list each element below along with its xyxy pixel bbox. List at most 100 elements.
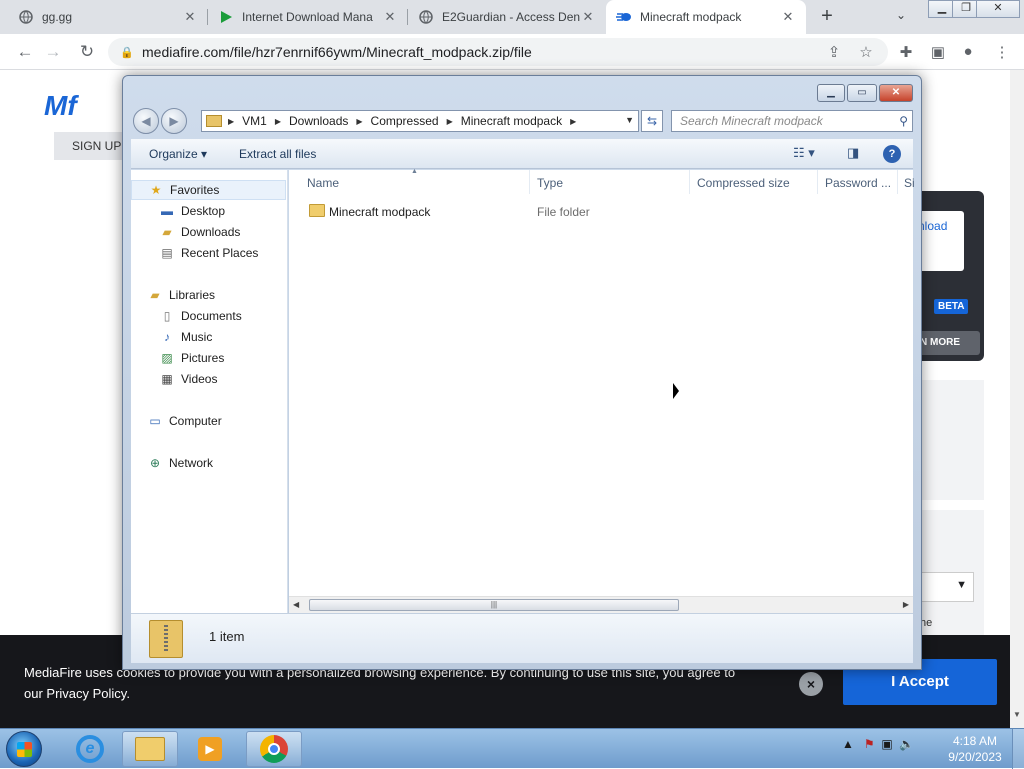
- file-list: Name ▲ Type Compressed size Password ...…: [289, 168, 915, 613]
- internet-explorer-icon[interactable]: e: [62, 731, 118, 767]
- tab-e2guardian[interactable]: E2Guardian - Access Den ✕: [408, 0, 606, 34]
- windows-explorer-icon[interactable]: [122, 731, 178, 767]
- search-icon[interactable]: ⚲: [899, 111, 908, 131]
- side-panel-icon[interactable]: ▣: [928, 43, 948, 61]
- tab-idm[interactable]: Internet Download Mana ✕: [208, 0, 408, 34]
- back-icon[interactable]: ◀: [133, 108, 159, 134]
- view-options-icon[interactable]: ☷ ▾: [793, 145, 815, 161]
- extensions-icon[interactable]: ✚: [896, 43, 916, 61]
- extract-all-button[interactable]: Extract all files: [239, 147, 316, 161]
- breadcrumb-item[interactable]: Compressed: [371, 114, 439, 128]
- page-scrollbar[interactable]: ▼: [1010, 70, 1024, 728]
- menu-icon[interactable]: ⋮: [992, 43, 1012, 61]
- network-icon[interactable]: ▣: [881, 737, 892, 751]
- help-icon[interactable]: ?: [883, 145, 901, 163]
- scroll-left-icon[interactable]: ◀: [293, 600, 299, 609]
- nav-favorites[interactable]: ★ Favorites: [131, 180, 286, 200]
- close-icon[interactable]: ×: [799, 672, 823, 696]
- breadcrumb-item[interactable]: VM1: [242, 114, 267, 128]
- close-icon[interactable]: ✕: [182, 9, 198, 25]
- folder-icon: [206, 115, 222, 127]
- forward-icon[interactable]: ▶: [161, 108, 187, 134]
- nav-computer[interactable]: ▭ Computer: [131, 411, 222, 431]
- chevron-down-icon[interactable]: ▼: [625, 115, 634, 125]
- show-hidden-icons-icon[interactable]: ▲: [842, 737, 854, 751]
- item-count: 1 item: [209, 629, 245, 644]
- close-icon[interactable]: ✕: [780, 9, 796, 25]
- show-desktop-button[interactable]: [1012, 729, 1024, 769]
- nav-label: Computer: [169, 414, 222, 428]
- maximize-icon[interactable]: ▭: [847, 84, 877, 102]
- nav-music[interactable]: ♪ Music: [131, 327, 212, 347]
- chevron-right-icon[interactable]: ▶: [228, 117, 234, 126]
- column-header-type[interactable]: Type: [537, 176, 563, 190]
- scroll-down-icon[interactable]: ▼: [1013, 710, 1021, 719]
- new-tab-button[interactable]: +: [816, 6, 838, 28]
- profile-icon[interactable]: ●: [958, 43, 978, 61]
- forward-arrow-icon[interactable]: →: [42, 41, 64, 63]
- libraries-icon: ▰: [150, 288, 160, 302]
- horizontal-scrollbar[interactable]: ◀ ||| ▶: [289, 596, 913, 613]
- nav-documents[interactable]: ▯ Documents: [131, 306, 242, 326]
- table-row[interactable]: Minecraft modpack File folder: [297, 202, 737, 222]
- clock[interactable]: 4:18 AM 9/20/2023: [940, 733, 1010, 765]
- flag-icon[interactable]: ⚑: [864, 737, 875, 751]
- close-window-icon[interactable]: ✕: [976, 0, 1020, 18]
- media-player-icon[interactable]: ▶: [182, 731, 238, 767]
- chevron-right-icon[interactable]: ▶: [447, 117, 453, 126]
- lock-icon: 🔒: [120, 46, 134, 59]
- mediafire-logo[interactable]: Mf: [44, 90, 77, 122]
- column-header-name[interactable]: Name: [307, 176, 339, 190]
- share-icon[interactable]: ⇪: [824, 43, 844, 61]
- dropdown-select[interactable]: ▼: [920, 572, 974, 602]
- address-bar[interactable]: 🔒 mediafire.com/file/hzr7enrnif66ywm/Min…: [108, 38, 888, 66]
- minimize-icon[interactable]: ▁: [817, 84, 845, 102]
- chevron-right-icon[interactable]: ▶: [275, 117, 281, 126]
- start-button[interactable]: [6, 731, 42, 767]
- close-icon[interactable]: ✕: [382, 9, 398, 25]
- column-header-size[interactable]: Si: [904, 176, 915, 190]
- close-icon[interactable]: ✕: [580, 9, 596, 25]
- nav-network[interactable]: ⊕ Network: [131, 453, 213, 473]
- column-divider[interactable]: [689, 170, 690, 194]
- close-window-icon[interactable]: ✕: [879, 84, 913, 102]
- search-input[interactable]: Search Minecraft modpack ⚲: [671, 110, 913, 132]
- nav-downloads[interactable]: ▰ Downloads: [131, 222, 240, 242]
- caret-down-icon: ▼: [956, 579, 967, 591]
- column-divider[interactable]: [817, 170, 818, 194]
- nav-pictures[interactable]: ▨ Pictures: [131, 348, 224, 368]
- side-card: [920, 380, 984, 500]
- preview-pane-icon[interactable]: ◨: [847, 145, 859, 161]
- nav-desktop[interactable]: ▬ Desktop: [131, 201, 225, 221]
- windows-logo-icon: [17, 742, 32, 757]
- refresh-icon[interactable]: ⇆: [641, 110, 663, 132]
- chevron-right-icon[interactable]: ▶: [356, 117, 362, 126]
- column-divider[interactable]: [529, 170, 530, 194]
- column-divider[interactable]: [897, 170, 898, 194]
- breadcrumb[interactable]: ▶ VM1 ▶ Downloads ▶ Compressed ▶ Minecra…: [201, 110, 639, 132]
- bookmark-star-icon[interactable]: ☆: [856, 43, 876, 61]
- details-pane: 1 item: [131, 613, 913, 663]
- reload-icon[interactable]: ↻: [76, 41, 98, 63]
- nav-recent-places[interactable]: ▤ Recent Places: [131, 243, 258, 263]
- scroll-right-icon[interactable]: ▶: [903, 600, 909, 609]
- tab-search-button[interactable]: ⌄: [896, 8, 906, 22]
- column-header-password[interactable]: Password ...: [825, 176, 891, 190]
- scroll-thumb[interactable]: |||: [309, 599, 679, 611]
- nav-libraries[interactable]: ▰ Libraries: [131, 285, 215, 305]
- signup-button[interactable]: SIGN UP: [54, 132, 126, 160]
- nav-videos[interactable]: ▦ Videos: [131, 369, 217, 389]
- nav-label: Pictures: [181, 351, 225, 365]
- clock-time: 4:18 AM: [952, 734, 998, 748]
- tab-gg[interactable]: gg.gg ✕: [8, 0, 208, 34]
- nav-label: Libraries: [169, 288, 216, 302]
- organize-menu[interactable]: Organize ▾: [149, 147, 207, 161]
- volume-muted-icon[interactable]: 🔈: [899, 737, 914, 751]
- column-header-compressed-size[interactable]: Compressed size: [697, 176, 790, 190]
- breadcrumb-item[interactable]: Minecraft modpack: [461, 114, 562, 128]
- chevron-right-icon[interactable]: ▶: [570, 117, 576, 126]
- back-arrow-icon[interactable]: ←: [14, 41, 36, 63]
- tab-minecraft-modpack[interactable]: Minecraft modpack ✕: [606, 0, 806, 34]
- chrome-icon[interactable]: [246, 731, 302, 767]
- breadcrumb-item[interactable]: Downloads: [289, 114, 348, 128]
